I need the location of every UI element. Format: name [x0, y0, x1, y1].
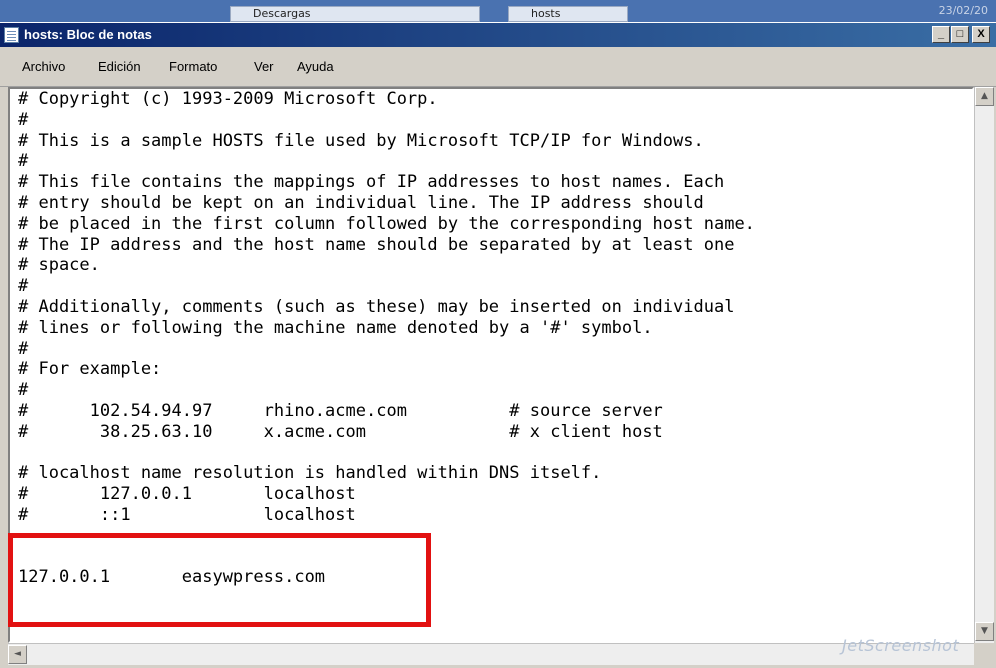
document-line: # ::1 localhost	[18, 504, 356, 525]
document-line: #	[18, 380, 29, 401]
document-line: # 102.54.94.97 rhino.acme.com # source s…	[18, 400, 663, 421]
menu-ayuda[interactable]: Ayuda	[293, 57, 338, 76]
title-bar[interactable]: hosts: Bloc de notas _ □ X	[0, 22, 996, 47]
maximize-button[interactable]: □	[951, 26, 969, 43]
notepad-icon	[4, 27, 19, 43]
document-line: #	[18, 276, 29, 297]
document-line: #	[18, 151, 29, 172]
document-line: # Additionally, comments (such as these)…	[18, 296, 735, 317]
scroll-down-button[interactable]: ▼	[975, 622, 994, 641]
document-line: # be placed in the first column followed…	[18, 213, 755, 234]
document-line: # lines or following the machine name de…	[18, 317, 653, 338]
menu-ver[interactable]: Ver	[250, 57, 278, 76]
document-line: # This is a sample HOSTS file used by Mi…	[18, 130, 704, 151]
horizontal-scrollbar[interactable]: ◄	[8, 643, 974, 665]
highlight-box	[8, 533, 431, 627]
document-line: # space.	[18, 255, 100, 276]
scroll-up-button[interactable]: ▲	[975, 87, 994, 106]
document-text[interactable]: # Copyright (c) 1993-2009 Microsoft Corp…	[18, 89, 755, 588]
vertical-scrollbar[interactable]: ▲ ▼	[974, 87, 994, 643]
minimize-button[interactable]: _	[932, 26, 950, 43]
document-line: # localhost name resolution is handled w…	[18, 463, 602, 484]
watermark: JetScreenshot	[842, 636, 960, 655]
document-line: #	[18, 109, 29, 130]
menu-formato[interactable]: Formato	[165, 57, 221, 76]
document-line: # 127.0.0.1 localhost	[18, 484, 356, 505]
document-line: #	[18, 338, 29, 359]
document-line: # The IP address and the host name shoul…	[18, 234, 735, 255]
background-tab-descargas: Descargas	[230, 6, 480, 22]
window-title: hosts: Bloc de notas	[24, 27, 152, 42]
document-line: # 38.25.63.10 x.acme.com # x client host	[18, 421, 663, 442]
scroll-left-button[interactable]: ◄	[8, 645, 27, 664]
menu-bar: Archivo Edición Formato Ver Ayuda	[0, 47, 996, 87]
document-line: # This file contains the mappings of IP …	[18, 172, 725, 193]
document-line: # Copyright (c) 1993-2009 Microsoft Corp…	[18, 89, 438, 109]
menu-archivo[interactable]: Archivo	[18, 57, 69, 76]
background-date: 23/02/20	[938, 4, 988, 17]
background-taskbar: Descargas hosts 23/02/20	[0, 0, 996, 22]
document-line: # For example:	[18, 359, 162, 380]
close-button[interactable]: X	[972, 26, 990, 43]
menu-edicion[interactable]: Edición	[94, 57, 145, 76]
background-tab-hosts: hosts	[508, 6, 628, 22]
document-line: # entry should be kept on an individual …	[18, 192, 704, 213]
